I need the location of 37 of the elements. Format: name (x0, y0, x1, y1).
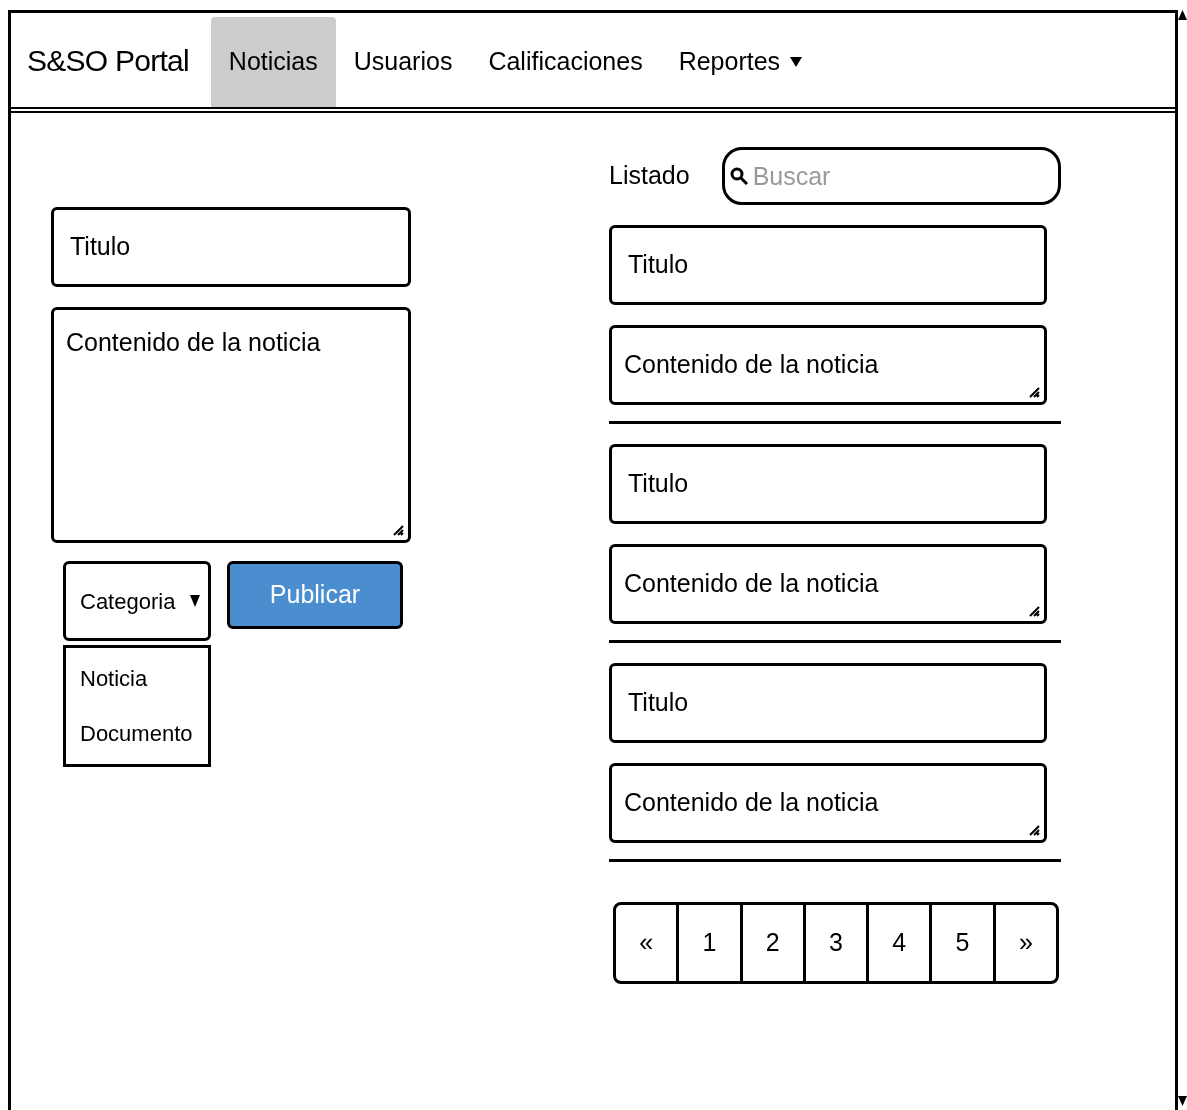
resize-grip-icon[interactable] (1028, 386, 1040, 398)
resize-grip-icon[interactable] (1028, 605, 1040, 617)
caret-icon (190, 595, 200, 607)
title-field[interactable]: Titulo (609, 663, 1047, 743)
content-text: Contenido de la noticia (624, 568, 879, 600)
page-link[interactable]: 3 (802, 905, 867, 981)
page-link[interactable]: 5 (929, 905, 993, 981)
scroll-up-icon[interactable] (1178, 10, 1187, 20)
title-field[interactable]: Titulo (51, 207, 411, 287)
category-select[interactable]: Categoria (63, 561, 211, 641)
list-label: Listado (609, 160, 690, 192)
resize-grip-icon[interactable] (1028, 824, 1040, 836)
scroll-down-icon[interactable] (1178, 1096, 1187, 1106)
content-text: Contenido de la noticia (624, 787, 879, 819)
title-field[interactable]: Titulo (609, 225, 1047, 305)
content-field[interactable]: Contenido de la noticia (51, 307, 411, 543)
nav-tab[interactable]: Noticias (210, 17, 336, 107)
content-text: Contenido de la noticia (624, 349, 879, 381)
page-link[interactable]: » (992, 905, 1056, 981)
content-field[interactable]: Contenido de la noticia (609, 763, 1047, 843)
content-field[interactable]: Contenido de la noticia (609, 544, 1047, 624)
brand-title: S&SO Portal (27, 42, 189, 79)
nav-tab[interactable]: Usuarios (335, 17, 471, 107)
nav-tab[interactable]: Calificaciones (470, 17, 661, 107)
search-icon (729, 167, 748, 185)
nav-tab[interactable]: Reportes (660, 17, 821, 107)
dropdown-option[interactable]: Noticia (66, 662, 208, 695)
page-link[interactable]: 2 (739, 905, 803, 981)
page-link[interactable]: 1 (676, 905, 740, 981)
page-link[interactable]: 4 (866, 905, 930, 981)
page-link[interactable]: « (616, 905, 677, 981)
resize-grip-icon[interactable] (392, 524, 404, 536)
search-field[interactable]: Buscar (721, 147, 1061, 205)
dropdown-option[interactable]: Documento (66, 717, 208, 750)
content-text: Contenido de la noticia (66, 328, 321, 356)
title-field[interactable]: Titulo (609, 444, 1047, 524)
content-field[interactable]: Contenido de la noticia (609, 325, 1047, 405)
